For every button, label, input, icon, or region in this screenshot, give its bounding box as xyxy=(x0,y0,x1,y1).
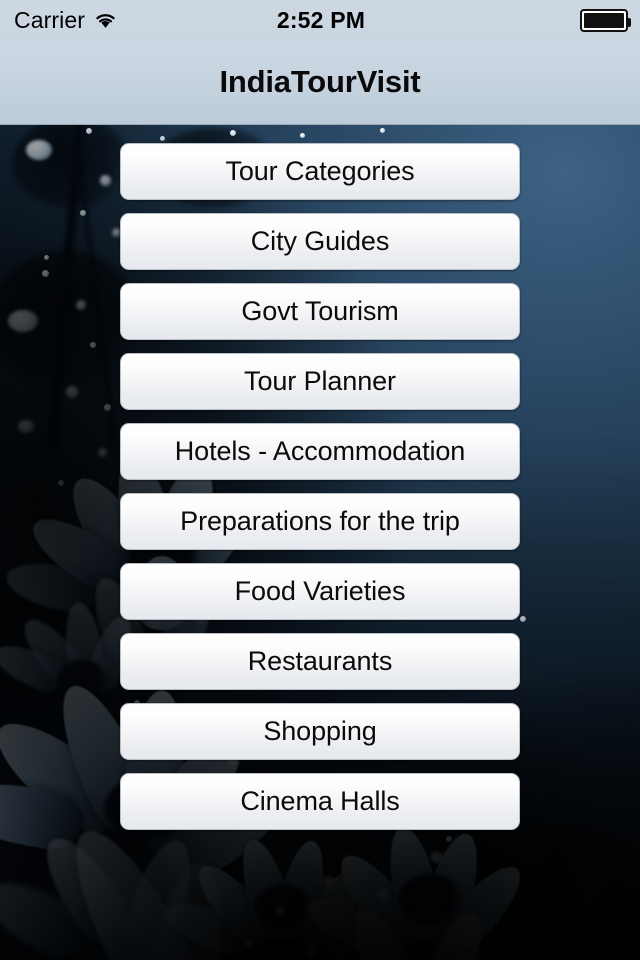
menu-button-govt-tourism[interactable]: Govt Tourism xyxy=(120,283,520,340)
menu-button-label: Food Varieties xyxy=(234,576,406,606)
status-bar-time: 2:52 PM xyxy=(276,6,366,33)
battery-icon xyxy=(580,8,631,32)
menu-button-city-guides[interactable]: City Guides xyxy=(120,213,520,270)
menu-button-shopping[interactable]: Shopping xyxy=(120,703,520,760)
menu-button-food-varieties[interactable]: Food Varieties xyxy=(120,563,520,620)
menu-button-label: Hotels - Accommodation xyxy=(174,436,466,466)
battery-fill xyxy=(584,12,624,28)
app-screen: Carrier 2:52 PM IndiaTourVisit Tour Cate… xyxy=(0,0,640,960)
menu-button-tour-categories[interactable]: Tour Categories xyxy=(120,143,520,200)
menu-button-label: Preparations for the trip xyxy=(180,506,460,536)
menu-button-label: Cinema Halls xyxy=(240,786,400,816)
wifi-icon xyxy=(94,11,117,29)
status-bar-left: Carrier xyxy=(0,7,224,34)
menu-button-restaurants[interactable]: Restaurants xyxy=(120,633,520,690)
menu-button-label: Tour Planner xyxy=(244,366,396,396)
menu-button-label: Shopping xyxy=(263,716,377,746)
menu-button-preparations-for-the-trip[interactable]: Preparations for the trip xyxy=(120,493,520,550)
menu-button-label: Restaurants xyxy=(247,646,393,676)
menu-button-label: Tour Categories xyxy=(225,156,415,186)
menu-button-label: Govt Tourism xyxy=(241,296,399,326)
menu-button-cinema-halls[interactable]: Cinema Halls xyxy=(120,773,520,830)
menu-button-tour-planner[interactable]: Tour Planner xyxy=(120,353,520,410)
carrier-label: Carrier xyxy=(14,6,85,33)
status-bar: Carrier 2:52 PM xyxy=(0,0,640,40)
menu-button-label: City Guides xyxy=(250,226,390,256)
main-menu: Tour Categories City Guides Govt Tourism… xyxy=(120,143,520,843)
status-bar-right xyxy=(418,8,640,32)
navigation-bar: IndiaTourVisit xyxy=(0,40,640,125)
menu-button-hotels-accommodation[interactable]: Hotels - Accommodation xyxy=(120,423,520,480)
page-title: IndiaTourVisit xyxy=(219,64,421,99)
